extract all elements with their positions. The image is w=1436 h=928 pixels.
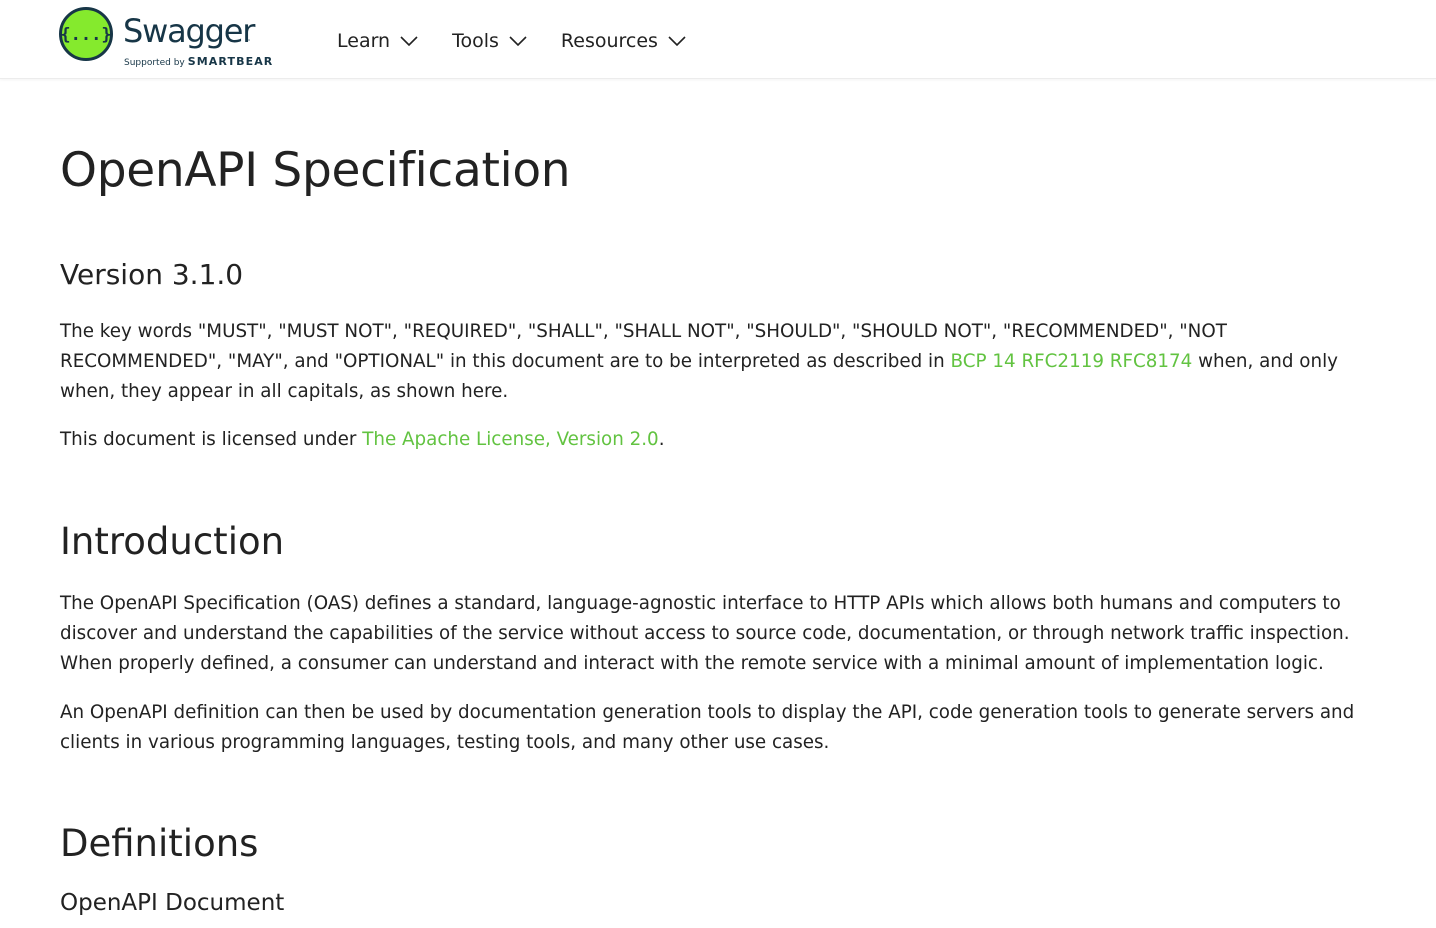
brand-supported-by: Supported by SMARTBEAR <box>124 56 273 69</box>
chevron-down-icon <box>509 36 527 46</box>
openapi-document-heading: OpenAPI Document <box>60 890 285 916</box>
supported-by-label: Supported by <box>124 58 185 68</box>
introduction-heading: Introduction <box>60 520 285 563</box>
site-header: {...} Swagger ™ Supported by SMARTBEAR Le… <box>0 0 1436 79</box>
nav-tools[interactable]: Tools <box>452 24 527 58</box>
link-rfc8174[interactable]: RFC8174 <box>1110 351 1193 372</box>
version-heading: Version 3.1.0 <box>60 258 244 291</box>
link-rfc2119[interactable]: RFC2119 <box>1021 351 1104 372</box>
brand-trademark: ™ <box>246 39 251 45</box>
definitions-heading: Definitions <box>60 822 259 865</box>
license-paragraph: This document is licensed under The Apac… <box>60 425 1380 455</box>
page-title: OpenAPI Specification <box>60 143 571 198</box>
nav-learn[interactable]: Learn <box>337 24 418 58</box>
introduction-paragraph-2: An OpenAPI definition can then be used b… <box>60 702 1355 753</box>
brand-logo-link[interactable]: {...} Swagger ™ Supported by SMARTBEAR <box>59 6 284 72</box>
chevron-down-icon <box>400 36 418 46</box>
license-text-after: . <box>658 429 665 450</box>
nav-resources[interactable]: Resources <box>561 24 686 58</box>
logo-glyph: {...} <box>60 25 111 45</box>
supporter-name: SMARTBEAR <box>187 55 274 68</box>
link-bcp14[interactable]: BCP 14 <box>951 351 1016 372</box>
brand-name: Swagger <box>123 12 255 50</box>
nav-tools-label: Tools <box>452 30 499 52</box>
nav-learn-label: Learn <box>337 30 391 52</box>
swagger-logo-icon: {...} <box>59 7 113 61</box>
link-apache-license[interactable]: The Apache License, Version 2.0 <box>362 429 658 450</box>
license-text-before: This document is licensed under <box>60 429 363 450</box>
chevron-down-icon <box>668 36 686 46</box>
nav-resources-label: Resources <box>560 30 658 52</box>
introduction-paragraph-1: The OpenAPI Specification (OAS) defines … <box>60 593 1350 674</box>
main-nav: Learn Tools Resources <box>337 24 720 58</box>
keywords-paragraph: The key words "MUST", "MUST NOT", "REQUI… <box>60 317 1380 407</box>
